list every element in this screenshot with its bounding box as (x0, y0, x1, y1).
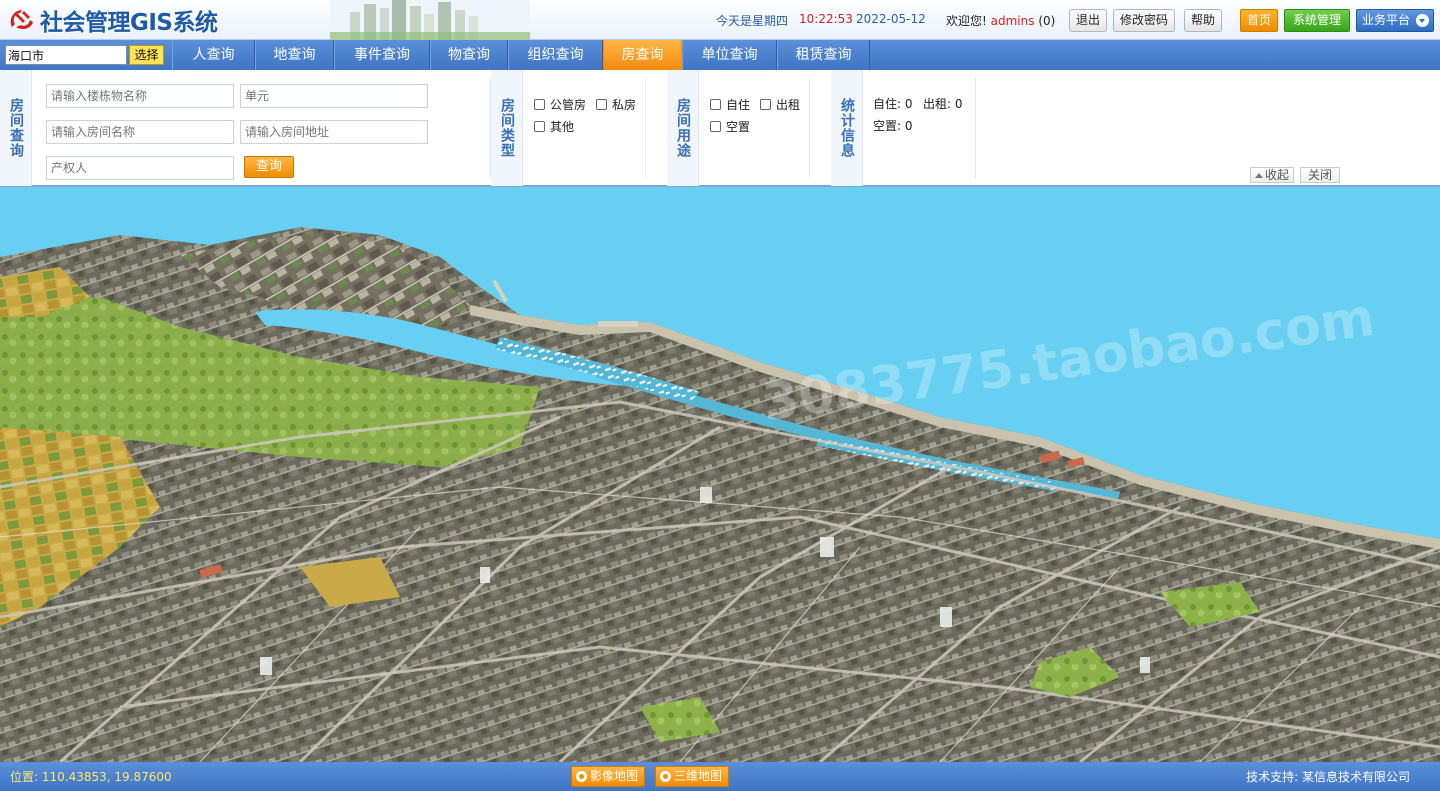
use-checkbox-self-live[interactable]: 自住 (710, 96, 750, 113)
query-button[interactable]: 查询 (244, 156, 294, 178)
tab-house-query[interactable]: 房查询 (603, 40, 682, 70)
checkbox-box[interactable] (710, 99, 721, 110)
use-checkbox-rent[interactable]: 出租 (760, 96, 800, 113)
collapse-arrow-icon (1255, 173, 1263, 178)
unit-input[interactable] (240, 84, 428, 108)
tab-land-query[interactable]: 地查询 (255, 40, 334, 70)
tab-unit-query[interactable]: 单位查询 (682, 40, 777, 70)
close-panel-button[interactable]: 关闭 (1300, 167, 1340, 183)
divider (809, 78, 810, 178)
section-title-room-query: 房间查询 (0, 70, 32, 186)
business-platform-label: 业务平台 (1362, 13, 1411, 27)
room-address-input[interactable] (240, 120, 428, 144)
aerial-city-map[interactable]: 3083775.taobao.com (0, 187, 1440, 762)
radio-icon (660, 771, 671, 782)
use-label: 空置 (726, 120, 751, 134)
stat-vacant: 空置: 0 (873, 119, 913, 133)
system-admin-button[interactable]: 系统管理 (1284, 9, 1350, 32)
logout-button[interactable]: 退出 (1069, 9, 1108, 32)
collapse-label: 收起 (1265, 168, 1290, 182)
checkbox-box[interactable] (534, 121, 545, 132)
current-date: 2022-05-12 (856, 12, 926, 26)
checkbox-box[interactable] (596, 99, 607, 110)
divider (645, 78, 646, 178)
username: admins (990, 14, 1035, 28)
section-title-stats: 统计信息 (831, 70, 863, 186)
city-select-button[interactable]: 选择 (129, 45, 164, 65)
party-emblem-icon (10, 10, 33, 30)
query-tabs: 人查询 地查询 事件查询 物查询 组织查询 房查询 单位查询 租赁查询 (172, 40, 870, 70)
main-nav: 选择 人查询 地查询 事件查询 物查询 组织查询 房查询 单位查询 租赁查询 (0, 40, 1440, 70)
chevron-down-icon (1416, 14, 1429, 27)
image-map-button[interactable]: 影像地图 (571, 766, 646, 787)
app-title: 社会管理GIS系统 (40, 10, 218, 36)
3d-map-label: 三维地图 (674, 769, 723, 783)
cursor-coordinates: 位置: 110.43853, 19.87600 (10, 770, 172, 784)
tab-person-query[interactable]: 人查询 (172, 40, 255, 70)
tech-support-text: 技术支持: 某信息技术有限公司 (1246, 770, 1410, 784)
type-label: 其他 (550, 120, 575, 134)
clock-time: 10:22:53 (799, 12, 853, 26)
checkbox-box[interactable] (710, 121, 721, 132)
checkbox-box[interactable] (534, 99, 545, 110)
owner-input[interactable] (46, 156, 234, 180)
type-label: 私房 (612, 98, 637, 112)
section-title-room-type: 房间类型 (491, 70, 523, 186)
app-logo: 社会管理GIS系统 (6, 4, 218, 36)
user-message-count: (0) (1038, 14, 1056, 28)
skyline-banner (330, 0, 530, 40)
tab-event-query[interactable]: 事件查询 (334, 40, 430, 70)
use-label: 自住 (726, 98, 751, 112)
top-header: 社会管理GIS系统 今天是星期四 10:22:53 2022-05-12 欢迎您… (0, 0, 1440, 40)
radio-icon (576, 771, 587, 782)
building-name-input[interactable] (46, 84, 234, 108)
business-platform-dropdown[interactable]: 业务平台 (1356, 9, 1434, 32)
type-checkbox-other[interactable]: 其他 (534, 118, 574, 135)
divider (975, 78, 976, 178)
image-map-label: 影像地图 (590, 769, 639, 783)
use-checkbox-vacant[interactable]: 空置 (710, 118, 750, 135)
use-label: 出租 (776, 98, 801, 112)
tab-rental-query[interactable]: 租赁查询 (777, 40, 870, 70)
home-button[interactable]: 首页 (1240, 9, 1278, 32)
type-checkbox-public[interactable]: 公管房 (534, 96, 586, 113)
collapse-button[interactable]: 收起 (1250, 167, 1295, 183)
welcome-label: 欢迎您! (946, 14, 987, 28)
stat-self-live: 自住: 0 (873, 97, 913, 111)
welcome-text: 欢迎您! admins (0) (946, 12, 1055, 29)
status-bar: 位置: 110.43853, 19.87600 影像地图 三维地图 技术支持: … (0, 762, 1440, 791)
city-input[interactable] (5, 45, 127, 65)
tab-object-query[interactable]: 物查询 (430, 40, 508, 70)
house-query-panel: 房间查询 查询 房间类型 公管房 私房 其他 房间用途 自住 出租 空置 统计信… (0, 70, 1440, 187)
3d-map-button[interactable]: 三维地图 (655, 766, 730, 787)
stat-rent: 出租: 0 (923, 97, 963, 111)
tab-organization-query[interactable]: 组织查询 (508, 40, 603, 70)
map-view[interactable]: 3083775.taobao.com (0, 187, 1440, 762)
section-title-room-use: 房间用途 (667, 70, 699, 186)
checkbox-box[interactable] (760, 99, 771, 110)
help-button[interactable]: 帮助 (1184, 9, 1223, 32)
change-password-button[interactable]: 修改密码 (1113, 9, 1176, 32)
type-checkbox-private[interactable]: 私房 (596, 96, 636, 113)
type-label: 公管房 (550, 98, 587, 112)
room-name-input[interactable] (46, 120, 234, 144)
weekday-label: 今天是星期四 (716, 14, 789, 28)
